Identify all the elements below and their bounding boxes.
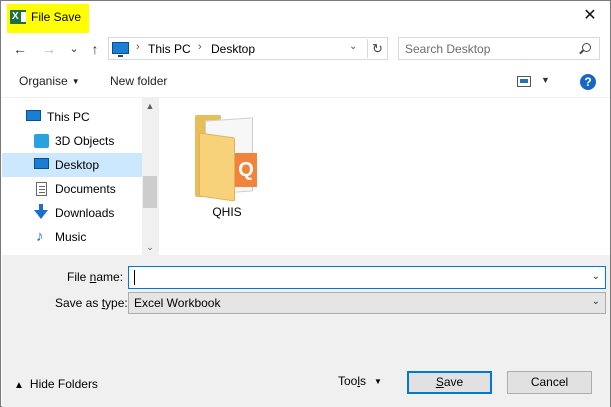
sidebar-item-label: This PC: [47, 110, 90, 124]
command-toolbar: Organise ▼ New folder ▼ ?: [1, 67, 610, 97]
refresh-icon[interactable]: ↻: [367, 39, 387, 58]
organise-button[interactable]: Organise ▼: [19, 74, 80, 88]
save-as-type-value: Excel Workbook: [134, 296, 221, 310]
caret-down-icon[interactable]: ▼: [541, 75, 550, 85]
breadcrumb-this-pc[interactable]: This PC: [148, 42, 191, 56]
forward-arrow-icon[interactable]: →: [39, 39, 59, 59]
breadcrumb-separator-icon: ›: [198, 41, 202, 53]
sidebar-item-label: Desktop: [55, 158, 100, 172]
folder-item-qhis[interactable]: Q QHIS: [195, 113, 259, 221]
hide-folders-button[interactable]: ▲ Hide Folders: [14, 377, 98, 391]
navigation-pane: This PC 3D Objects Desktop Documents Dow…: [2, 98, 158, 255]
organise-label: Organise: [19, 74, 68, 88]
navigation-bar: ← → ⌄ ↑ › This PC › Desktop ⌄ ↻: [1, 35, 610, 63]
caret-down-icon: ▼: [71, 77, 80, 86]
chevron-down-icon[interactable]: ⌄: [592, 271, 600, 282]
title-bar[interactable]: X File Save ✕: [1, 1, 610, 33]
save-as-type-label: Save as type:: [55, 296, 128, 310]
search-input[interactable]: [405, 41, 575, 57]
computer-icon: [26, 110, 41, 121]
caret-down-icon: ▼: [374, 377, 382, 386]
address-bar[interactable]: › This PC › Desktop ⌄ ↻: [108, 37, 388, 60]
sidebar-item-desktop[interactable]: Desktop: [2, 153, 142, 177]
computer-icon: [112, 42, 129, 57]
folder-name: QHIS: [212, 205, 242, 219]
sidebar-item-label: Documents: [55, 182, 116, 196]
excel-icon: X: [10, 10, 26, 24]
up-arrow-icon[interactable]: ↑: [85, 39, 105, 59]
download-arrow-icon: [34, 204, 48, 219]
sidebar-item-this-pc[interactable]: This PC: [2, 105, 142, 129]
cube-icon: [34, 134, 49, 148]
file-save-dialog: X File Save ✕ ← → ⌄ ↑ › This PC › Deskto…: [0, 0, 611, 407]
new-folder-button[interactable]: New folder: [110, 74, 167, 88]
search-box[interactable]: [398, 37, 600, 60]
breadcrumb-separator-icon: ›: [136, 41, 140, 53]
sidebar-item-3d-objects[interactable]: 3D Objects: [2, 129, 142, 153]
window-title: File Save: [31, 10, 82, 24]
search-icon[interactable]: [582, 43, 591, 52]
back-arrow-icon[interactable]: ←: [10, 39, 30, 59]
file-name-field[interactable]: ⌄: [128, 266, 606, 289]
sidebar-item-label: Music: [55, 230, 87, 244]
text-caret: [134, 270, 135, 285]
documents-icon: [36, 182, 47, 196]
save-form: File name: ⌄ Save as type: Excel Workboo…: [2, 255, 610, 407]
file-name-input[interactable]: [133, 270, 573, 286]
close-button[interactable]: ✕: [578, 5, 602, 27]
file-name-label: File name:: [67, 270, 124, 284]
desktop-icon: [34, 158, 49, 169]
tools-button[interactable]: Tools ▼: [338, 374, 382, 388]
music-note-icon: ♪: [36, 228, 44, 245]
file-list: Q QHIS: [159, 98, 610, 255]
recent-locations-chevron-icon[interactable]: ⌄: [64, 39, 84, 59]
scroll-up-icon[interactable]: ▲: [142, 98, 158, 114]
sidebar-item-label: Downloads: [55, 206, 115, 220]
chevron-up-icon: ▲: [14, 380, 24, 391]
hide-folders-label: Hide Folders: [29, 377, 98, 391]
chevron-down-icon[interactable]: ⌄: [349, 41, 357, 52]
chevron-down-icon: ⌄: [591, 296, 600, 307]
save-as-type-select[interactable]: Excel Workbook ⌄: [128, 292, 606, 314]
sidebar-item-music[interactable]: ♪ Music: [2, 225, 142, 249]
cancel-button[interactable]: Cancel: [507, 371, 592, 394]
save-button[interactable]: Save: [407, 371, 492, 394]
scroll-down-icon[interactable]: ⌄: [142, 239, 158, 255]
sidebar-item-label: 3D Objects: [55, 134, 115, 148]
folder-front: [199, 132, 235, 202]
qhis-badge: Q: [235, 153, 257, 187]
sidebar-item-downloads[interactable]: Downloads: [2, 201, 142, 225]
help-icon[interactable]: ?: [580, 74, 596, 90]
breadcrumb-desktop[interactable]: Desktop: [211, 42, 255, 56]
view-options-icon[interactable]: [517, 76, 531, 87]
sidebar-scrollbar[interactable]: ▲ ⌄: [142, 98, 158, 255]
scrollbar-thumb[interactable]: [143, 176, 157, 208]
sidebar-item-documents[interactable]: Documents: [2, 177, 142, 201]
